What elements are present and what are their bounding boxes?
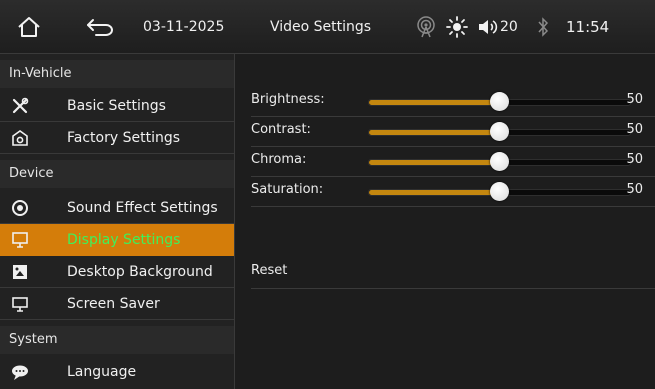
slider-fill: [369, 160, 500, 165]
volume-level: 20: [500, 18, 518, 35]
sidebar-item-basic-settings[interactable]: Basic Settings: [0, 90, 234, 122]
contrast-slider[interactable]: [368, 122, 631, 141]
volume-control[interactable]: 20: [478, 0, 518, 53]
section-header-system: System: [0, 326, 234, 354]
setting-row-saturation: Saturation: 50: [251, 178, 655, 207]
reset-button[interactable]: Reset: [251, 258, 655, 289]
sidebar-item-screen-saver[interactable]: Screen Saver: [0, 288, 234, 320]
speech-bubble-icon: [12, 365, 28, 380]
section-header-in-vehicle: In-Vehicle: [0, 60, 234, 88]
brightness-slider[interactable]: [368, 92, 631, 111]
setting-row-brightness: Brightness: 50: [251, 88, 655, 117]
sidebar-item-label: Basic Settings: [67, 98, 166, 114]
setting-label: Brightness:: [251, 92, 325, 107]
settings-sidebar: In-Vehicle Basic Settings Factory Settin…: [0, 54, 235, 389]
bluetooth-icon: [537, 0, 549, 53]
page-title: Video Settings: [270, 18, 372, 35]
saturation-slider[interactable]: [368, 182, 631, 201]
slider-handle[interactable]: [489, 92, 509, 111]
sidebar-item-label: Factory Settings: [67, 130, 181, 146]
section-header-device: Device: [0, 160, 234, 188]
reset-label: Reset: [251, 263, 288, 278]
sidebar-item-factory-settings[interactable]: Factory Settings: [0, 122, 234, 154]
sidebar-item-label: Language: [67, 364, 137, 380]
chroma-slider[interactable]: [368, 152, 631, 171]
speaker-icon: [479, 19, 498, 34]
back-icon: [87, 18, 113, 36]
setting-value: 50: [626, 152, 643, 167]
slider-handle[interactable]: [489, 122, 509, 141]
sidebar-item-label: Sound Effect Settings: [67, 200, 218, 216]
sound-effect-icon: [12, 200, 28, 216]
tools-icon: [12, 97, 29, 114]
setting-value: 50: [626, 122, 643, 137]
setting-row-chroma: Chroma: 50: [251, 148, 655, 177]
setting-row-contrast: Contrast: 50: [251, 118, 655, 147]
sidebar-item-desktop-background[interactable]: Desktop Background: [0, 256, 234, 288]
slider-fill: [369, 130, 500, 135]
setting-label: Contrast:: [251, 122, 311, 137]
slider-fill: [369, 100, 500, 105]
date-display: 03-11-2025: [143, 18, 225, 35]
setting-label: Saturation:: [251, 182, 324, 197]
slider-handle[interactable]: [489, 182, 509, 201]
brightness-icon: [446, 0, 468, 53]
wallpaper-icon: [13, 265, 27, 279]
clock: 11:54: [566, 17, 610, 36]
sidebar-item-label: Desktop Background: [67, 264, 213, 280]
sidebar-item-sound-effect-settings[interactable]: Sound Effect Settings: [0, 192, 234, 224]
broadcast-icon: [415, 0, 437, 53]
sidebar-item-language[interactable]: Language: [0, 356, 234, 388]
slider-handle[interactable]: [489, 152, 509, 171]
factory-icon: [12, 130, 28, 146]
status-bar: 03-11-2025 Video Settings 20 11:54: [0, 0, 655, 54]
setting-value: 50: [626, 92, 643, 107]
home-icon: [18, 16, 40, 37]
video-settings-panel: Brightness: 50 Contrast: 50 Chroma: 50 S…: [235, 54, 655, 389]
sidebar-item-display-settings[interactable]: Display Settings: [0, 224, 234, 256]
slider-fill: [369, 190, 500, 195]
display-icon: [12, 232, 28, 248]
setting-label: Chroma:: [251, 152, 307, 167]
back-button[interactable]: [86, 0, 114, 53]
setting-value: 50: [626, 182, 643, 197]
sidebar-item-label: Screen Saver: [67, 296, 160, 312]
home-button[interactable]: [17, 0, 41, 53]
sidebar-item-label: Display Settings: [67, 232, 181, 248]
monitor-icon: [12, 297, 28, 312]
